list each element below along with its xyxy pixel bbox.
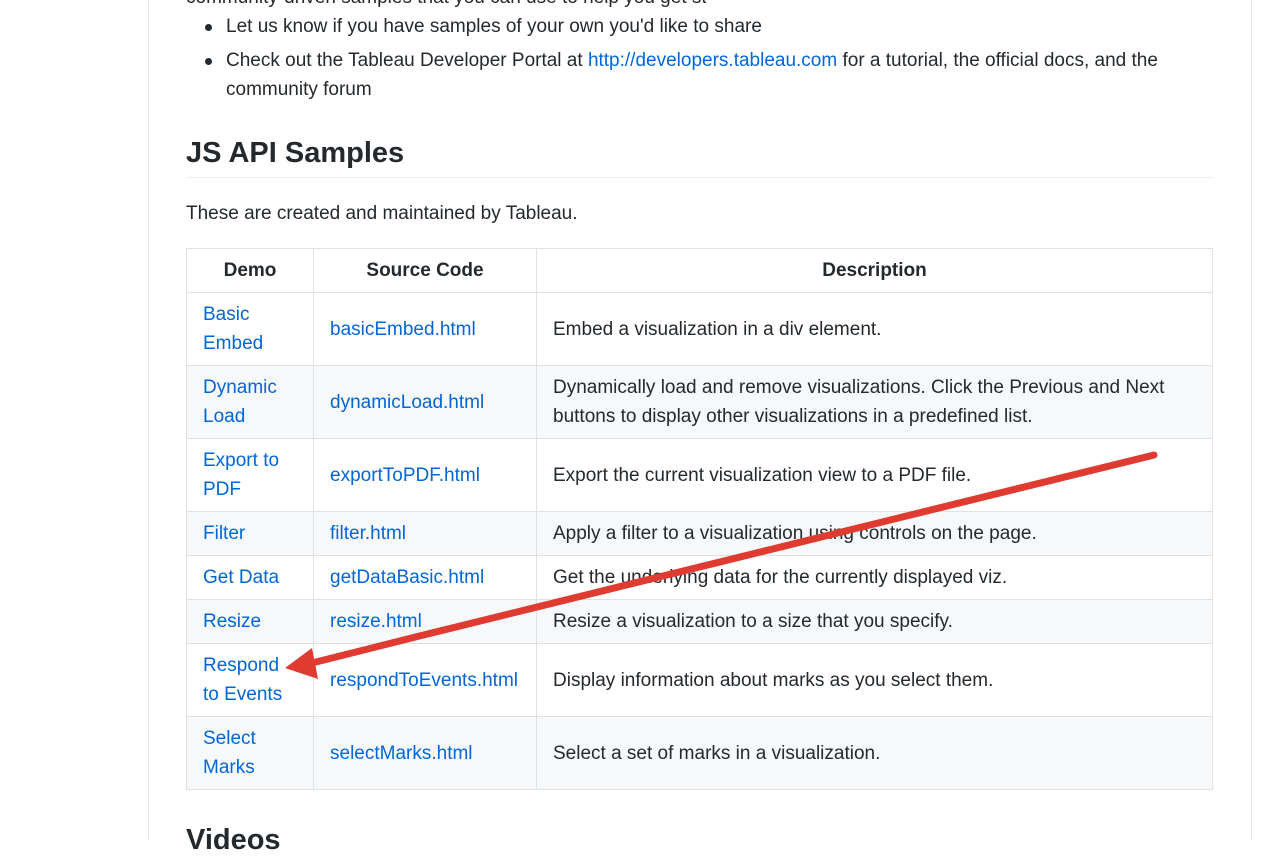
column-header-source: Source Code [313, 248, 537, 293]
table-row: Respond to Events respondToEvents.html D… [186, 643, 1213, 717]
section-heading: JS API Samples [186, 133, 1213, 178]
demo-cell: Basic Embed [186, 292, 314, 366]
source-cell: exportToPDF.html [313, 438, 537, 512]
source-link[interactable]: exportToPDF.html [330, 465, 480, 486]
left-gutter [0, 0, 148, 838]
bullet-icon [205, 58, 212, 65]
source-link[interactable]: basicEmbed.html [330, 319, 476, 340]
list-item-text: Let us know if you have samples of your … [226, 16, 762, 37]
description-cell: Dynamically load and remove visualizatio… [536, 365, 1213, 439]
description-cell: Resize a visualization to a size that yo… [536, 599, 1213, 644]
list-item: Let us know if you have samples of your … [186, 12, 1216, 41]
source-cell: respondToEvents.html [313, 643, 537, 717]
table-row: Get Data getDataBasic.html Get the under… [186, 555, 1213, 600]
source-link[interactable]: filter.html [330, 523, 406, 544]
description-cell: Apply a filter to a visualization using … [536, 511, 1213, 556]
source-cell: resize.html [313, 599, 537, 644]
demo-link[interactable]: Select Marks [203, 728, 256, 778]
table-row: Basic Embed basicEmbed.html Embed a visu… [186, 292, 1213, 366]
videos-heading: Videos [186, 824, 281, 856]
description-cell: Get the underlying data for the currentl… [536, 555, 1213, 600]
list-item-text-before: Check out the Tableau Developer Portal a… [226, 50, 588, 71]
demo-cell: Respond to Events [186, 643, 314, 717]
source-link[interactable]: selectMarks.html [330, 743, 473, 764]
table-row: Resize resize.html Resize a visualizatio… [186, 599, 1213, 644]
description-cell: Export the current visualization view to… [536, 438, 1213, 512]
source-link[interactable]: dynamicLoad.html [330, 392, 484, 413]
table-row: Export to PDF exportToPDF.html Export th… [186, 438, 1213, 512]
table-header-row: Demo Source Code Description [186, 248, 1213, 293]
source-cell: getDataBasic.html [313, 555, 537, 600]
source-cell: filter.html [313, 511, 537, 556]
source-link[interactable]: respondToEvents.html [330, 670, 518, 691]
demo-link[interactable]: Respond to Events [203, 655, 282, 705]
demo-link[interactable]: Filter [203, 523, 245, 544]
list-item: Check out the Tableau Developer Portal a… [186, 46, 1216, 104]
clipped-bullet-text: community-driven samples that you can us… [186, 0, 706, 8]
description-cell: Embed a visualization in a div element. [536, 292, 1213, 366]
source-cell: basicEmbed.html [313, 292, 537, 366]
demo-cell: Select Marks [186, 716, 314, 790]
table-row: Dynamic Load dynamicLoad.html Dynamicall… [186, 365, 1213, 439]
demo-link[interactable]: Resize [203, 611, 261, 632]
column-header-description: Description [536, 248, 1213, 293]
developer-portal-link[interactable]: http://developers.tableau.com [588, 50, 837, 71]
description-cell: Display information about marks as you s… [536, 643, 1213, 717]
table-row: Filter filter.html Apply a filter to a v… [186, 511, 1213, 556]
source-cell: dynamicLoad.html [313, 365, 537, 439]
demo-link[interactable]: Export to PDF [203, 450, 279, 500]
source-link[interactable]: resize.html [330, 611, 422, 632]
column-header-demo: Demo [186, 248, 314, 293]
demo-link[interactable]: Dynamic Load [203, 377, 277, 427]
intro-list: Let us know if you have samples of your … [186, 12, 1216, 109]
demo-cell: Filter [186, 511, 314, 556]
section-intro: These are created and maintained by Tabl… [186, 203, 578, 224]
demo-cell: Get Data [186, 555, 314, 600]
description-cell: Select a set of marks in a visualization… [536, 716, 1213, 790]
demo-cell: Dynamic Load [186, 365, 314, 439]
source-cell: selectMarks.html [313, 716, 537, 790]
source-link[interactable]: getDataBasic.html [330, 567, 484, 588]
demo-cell: Export to PDF [186, 438, 314, 512]
demo-link[interactable]: Basic Embed [203, 304, 263, 354]
bullet-icon [205, 24, 212, 31]
samples-table: Demo Source Code Description Basic Embed… [186, 248, 1213, 790]
demo-cell: Resize [186, 599, 314, 644]
demo-link[interactable]: Get Data [203, 567, 279, 588]
table-row: Select Marks selectMarks.html Select a s… [186, 716, 1213, 790]
